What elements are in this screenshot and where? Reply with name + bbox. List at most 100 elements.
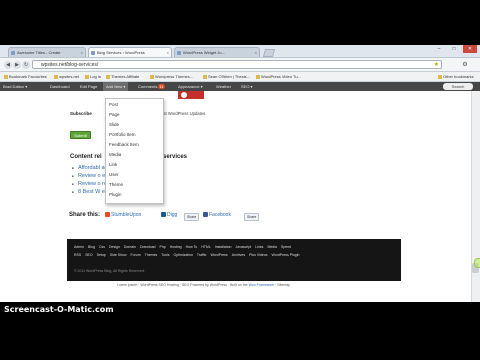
footer-links-row-1: Admin Blog Css Design Domain Download Php Hosti… bbox=[74, 244, 295, 250]
menu-item-plugin[interactable]: Plugin bbox=[109, 191, 122, 198]
footer-link[interactable]: HTML bbox=[201, 244, 211, 250]
facebook-link[interactable]: Facebook bbox=[203, 211, 231, 220]
menu-item-page[interactable]: Page bbox=[109, 111, 120, 118]
menu-item-feedback[interactable]: Feedback Item bbox=[109, 141, 139, 148]
tab-label: Blog Services ‹ WordPress bbox=[97, 50, 145, 55]
menu-item-slide[interactable]: Slide bbox=[109, 121, 119, 128]
footer-link[interactable]: Themes bbox=[145, 252, 158, 258]
bookmark-label: Other bookmarks bbox=[443, 74, 474, 79]
tab-widget[interactable]: WordPress Widget Jo... × bbox=[174, 47, 260, 57]
stumbleupon-link[interactable]: StumbleUpon bbox=[105, 211, 141, 220]
close-tab-icon[interactable]: × bbox=[167, 48, 169, 57]
admin-dashboard-link[interactable]: Dashboard bbox=[50, 82, 70, 91]
mouse-cursor-highlight bbox=[474, 258, 480, 268]
facebook-icon bbox=[203, 212, 208, 218]
footer-link[interactable]: Design bbox=[109, 244, 120, 250]
credit-end: · Sitemap bbox=[274, 283, 291, 287]
footer-link[interactable]: Speed bbox=[281, 244, 291, 250]
bookmark-item[interactable]: Sean O'Brien | Thesis... bbox=[203, 73, 250, 80]
menu-item-portfolio[interactable]: Portfolio Item bbox=[109, 131, 136, 138]
comments-label: Comments bbox=[138, 84, 158, 89]
admin-comments-link[interactable]: Comments 11 bbox=[138, 82, 165, 91]
other-bookmarks[interactable]: Other bookmarks bbox=[438, 73, 474, 80]
footer-link[interactable]: Download bbox=[140, 244, 156, 250]
footer-link[interactable]: Css bbox=[99, 244, 105, 250]
maximize-button[interactable]: □ bbox=[447, 45, 461, 53]
bookmark-item[interactable]: Themes Affiliate bbox=[106, 73, 139, 80]
digg-link[interactable]: Digg bbox=[161, 211, 177, 220]
minimize-button[interactable]: – bbox=[432, 45, 446, 53]
related-content-heading: Content rel services bbox=[70, 154, 187, 160]
screen: Awesome Titles - Create × Blog Services ‹… bbox=[0, 45, 480, 302]
bookmark-item[interactable]: wpsites.net bbox=[54, 73, 79, 80]
tab-awesome-titles[interactable]: Awesome Titles - Create × bbox=[8, 47, 86, 57]
youtube-button[interactable] bbox=[178, 91, 204, 99]
woo-framework-link[interactable]: Woo Framework bbox=[249, 283, 275, 287]
close-window-button[interactable]: ✕ bbox=[463, 45, 477, 53]
footer-link[interactable]: Archives bbox=[232, 252, 245, 258]
admin-search-button[interactable]: Search bbox=[443, 83, 473, 90]
tab-blog-services[interactable]: Blog Services ‹ WordPress × bbox=[88, 47, 172, 57]
bookmarks-bar: Bookmark Favourites wpsites.net Log In T… bbox=[0, 72, 480, 82]
digg-label: Digg bbox=[167, 212, 178, 218]
footer-link[interactable]: Links bbox=[255, 244, 263, 250]
footer-link[interactable]: Forum bbox=[131, 252, 141, 258]
footer-link[interactable]: Traffic bbox=[197, 252, 207, 258]
bookmark-item[interactable]: Log In bbox=[85, 73, 101, 80]
footer-link[interactable]: How To bbox=[186, 244, 198, 250]
stumbleupon-label: StumbleUpon bbox=[111, 212, 142, 218]
share-button[interactable]: Share bbox=[184, 213, 200, 221]
footer-link[interactable]: Php bbox=[160, 244, 166, 250]
close-tab-icon[interactable]: × bbox=[81, 48, 83, 57]
forward-arrow-icon[interactable]: ▶ bbox=[13, 61, 21, 69]
facebook-share-button[interactable]: Share bbox=[244, 213, 260, 221]
bookmark-item[interactable]: WordPress Video Tu... bbox=[256, 73, 301, 80]
footer-link[interactable]: SEO bbox=[85, 252, 92, 258]
close-tab-icon[interactable]: × bbox=[255, 48, 257, 57]
footer-link[interactable]: Admin bbox=[74, 244, 84, 250]
wrench-menu-icon[interactable]: ⚙ bbox=[460, 61, 470, 69]
footer-link[interactable]: Plus Videos bbox=[249, 252, 267, 258]
footer-link[interactable]: Setup bbox=[97, 252, 106, 258]
admin-appearance-menu[interactable]: Appearance ▾ bbox=[178, 82, 203, 91]
footer-link[interactable]: Javascript bbox=[236, 244, 252, 250]
subscribe-submit-button[interactable]: Submit bbox=[70, 131, 91, 139]
folder-icon bbox=[203, 74, 207, 79]
admin-add-new-menu[interactable]: Add New ▾ bbox=[103, 82, 129, 91]
folder-icon bbox=[438, 74, 442, 79]
footer-link[interactable]: Domain bbox=[124, 244, 136, 250]
menu-item-link[interactable]: Link bbox=[109, 161, 117, 168]
new-tab-button[interactable] bbox=[262, 49, 276, 57]
footer-link[interactable]: Optimization bbox=[173, 252, 192, 258]
menu-item-theme[interactable]: Theme bbox=[109, 181, 123, 188]
bookmark-star-icon[interactable]: ★ bbox=[434, 61, 439, 69]
footer-link[interactable]: Media bbox=[267, 244, 277, 250]
footer-link[interactable]: Hosting bbox=[170, 244, 182, 250]
footer-link[interactable]: Side Show bbox=[110, 252, 127, 258]
bookmark-label: Wordpress Themes... bbox=[155, 74, 194, 79]
related-heading-tail: services bbox=[163, 154, 188, 160]
bookmark-item[interactable]: Bookmark Favourites bbox=[4, 73, 47, 80]
url-input[interactable]: wpsites.net/blog-services/ ★ bbox=[32, 60, 442, 69]
footer-link[interactable]: Blog bbox=[88, 244, 95, 250]
screencast-watermark: Screencast-O-Matic.com bbox=[4, 305, 114, 314]
footer-link[interactable]: RSS bbox=[74, 252, 81, 258]
bookmark-item[interactable]: Wordpress Themes... bbox=[150, 73, 193, 80]
footer-link[interactable]: Installation bbox=[215, 244, 232, 250]
add-new-dropdown-menu: Post Page Slide Portfolio Item Feedback … bbox=[105, 98, 164, 204]
admin-user-menu[interactable]: Brad Dalton ▾ bbox=[3, 82, 27, 91]
footer-link[interactable]: WordPress Plugin bbox=[272, 252, 300, 258]
admin-weather-link[interactable]: Weather bbox=[216, 82, 231, 91]
admin-seo-menu[interactable]: SEO ▾ bbox=[241, 82, 253, 91]
bookmark-label: Themes Affiliate bbox=[111, 74, 140, 79]
menu-item-media[interactable]: Media bbox=[109, 151, 121, 158]
admin-edit-page-link[interactable]: Edit Page bbox=[80, 82, 97, 91]
footer-link[interactable]: Tools bbox=[161, 252, 169, 258]
footer-link[interactable]: WordPress bbox=[210, 252, 227, 258]
menu-item-user[interactable]: User bbox=[109, 171, 119, 178]
share-label: Share this: bbox=[69, 212, 101, 218]
back-arrow-icon[interactable]: ◀ bbox=[4, 61, 12, 69]
menu-item-post[interactable]: Post bbox=[109, 101, 118, 108]
reload-icon[interactable]: ↻ bbox=[22, 61, 30, 69]
top-black-border bbox=[0, 0, 480, 45]
